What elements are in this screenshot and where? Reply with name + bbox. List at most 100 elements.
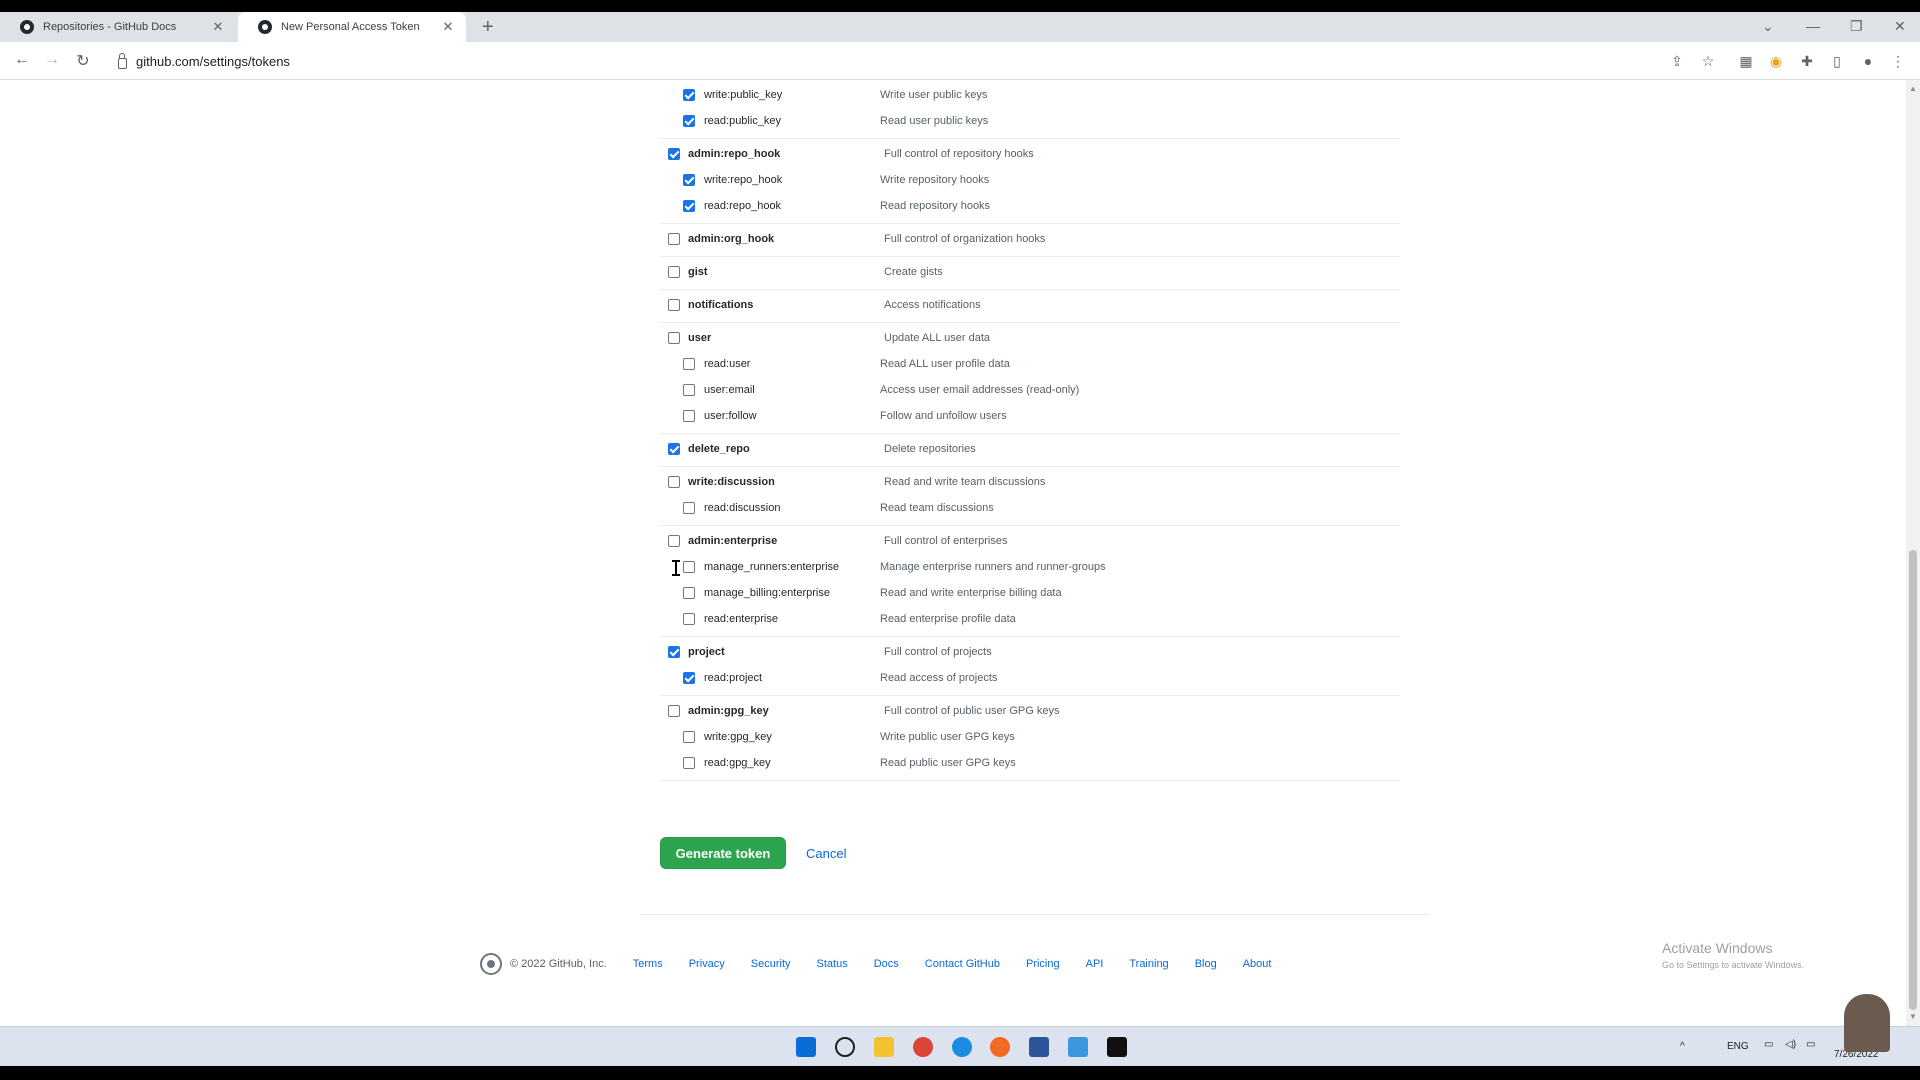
- postman-icon[interactable]: [990, 1037, 1010, 1057]
- footer-link-training[interactable]: Training: [1129, 958, 1168, 970]
- footer-link-blog[interactable]: Blog: [1195, 958, 1217, 970]
- scope-checkbox[interactable]: [668, 476, 680, 488]
- generate-token-button[interactable]: Generate token: [660, 837, 786, 869]
- scope-checkbox[interactable]: [668, 705, 680, 717]
- reload-icon[interactable]: ↻: [73, 51, 93, 71]
- scope-checkbox[interactable]: [683, 200, 695, 212]
- scope-checkbox[interactable]: [668, 535, 680, 547]
- scope-name[interactable]: read:gpg_key: [704, 757, 771, 769]
- scope-name[interactable]: manage_runners:enterprise: [704, 561, 839, 573]
- scope-checkbox[interactable]: [683, 731, 695, 743]
- back-icon[interactable]: ←: [12, 51, 32, 69]
- scope-checkbox[interactable]: [683, 115, 695, 127]
- scope-checkbox[interactable]: [668, 266, 680, 278]
- footer-link-pricing[interactable]: Pricing: [1026, 958, 1060, 970]
- scope-checkbox[interactable]: [668, 646, 680, 658]
- profile-icon[interactable]: ●: [1859, 52, 1877, 70]
- footer-link-security[interactable]: Security: [751, 958, 791, 970]
- file-explorer-icon[interactable]: [874, 1037, 894, 1057]
- scope-checkbox[interactable]: [683, 358, 695, 370]
- footer-link-privacy[interactable]: Privacy: [689, 958, 725, 970]
- share-icon[interactable]: ⇪: [1668, 52, 1686, 70]
- cancel-link[interactable]: Cancel: [806, 846, 846, 861]
- page-scrollbar[interactable]: ▲ ▼: [1906, 80, 1920, 1026]
- minimize-icon[interactable]: —: [1806, 18, 1820, 34]
- battery-icon[interactable]: ▭: [1806, 1039, 1815, 1050]
- scope-name[interactable]: admin:gpg_key: [688, 705, 769, 717]
- scope-name[interactable]: write:repo_hook: [704, 174, 782, 186]
- scope-checkbox[interactable]: [683, 672, 695, 684]
- terminal-icon[interactable]: [1107, 1037, 1127, 1057]
- footer-link-terms[interactable]: Terms: [633, 958, 663, 970]
- scroll-up-icon[interactable]: ▲: [1909, 84, 1917, 93]
- scope-name[interactable]: manage_billing:enterprise: [704, 587, 830, 599]
- tab-new-token[interactable]: New Personal Access Token ✕: [238, 12, 466, 42]
- scope-name[interactable]: admin:org_hook: [688, 233, 774, 245]
- footer-link-api[interactable]: API: [1086, 958, 1104, 970]
- extension-shield-icon[interactable]: ◉: [1767, 52, 1785, 70]
- scroll-down-icon[interactable]: ▼: [1909, 1012, 1917, 1021]
- scope-name[interactable]: read:enterprise: [704, 613, 778, 625]
- tray-chevron-icon[interactable]: ^: [1680, 1041, 1685, 1052]
- scope-name[interactable]: read:user: [704, 358, 750, 370]
- scope-checkbox[interactable]: [683, 384, 695, 396]
- scope-name[interactable]: read:project: [704, 672, 762, 684]
- scope-name[interactable]: write:gpg_key: [704, 731, 772, 743]
- scope-name[interactable]: user:follow: [704, 410, 757, 422]
- address-bar[interactable]: github.com/settings/tokens: [110, 48, 1650, 74]
- footer-link-contact[interactable]: Contact GitHub: [925, 958, 1000, 970]
- volume-icon[interactable]: ◁): [1785, 1039, 1796, 1050]
- close-window-icon[interactable]: ✕: [1894, 18, 1906, 35]
- input-language[interactable]: ENG: [1727, 1041, 1749, 1052]
- notepad-icon[interactable]: [1068, 1037, 1088, 1057]
- side-panel-icon[interactable]: ▯: [1828, 52, 1846, 70]
- scope-name[interactable]: user:email: [704, 384, 755, 396]
- tab-close-icon[interactable]: ✕: [440, 19, 456, 35]
- scope-checkbox[interactable]: [683, 502, 695, 514]
- word-icon[interactable]: [1029, 1037, 1049, 1057]
- scope-checkbox[interactable]: [683, 757, 695, 769]
- tab-repositories-docs[interactable]: Repositories - GitHub Docs ✕: [0, 12, 236, 42]
- menu-kebab-icon[interactable]: ⋮: [1889, 52, 1907, 70]
- scope-name[interactable]: project: [688, 646, 725, 658]
- scope-checkbox[interactable]: [683, 561, 695, 573]
- chrome-icon[interactable]: [913, 1037, 933, 1057]
- scope-name[interactable]: gist: [688, 266, 708, 278]
- tab-close-icon[interactable]: ✕: [210, 19, 226, 35]
- scope-name[interactable]: notifications: [688, 299, 753, 311]
- scope-checkbox[interactable]: [683, 587, 695, 599]
- scope-checkbox[interactable]: [668, 332, 680, 344]
- footer-link-docs[interactable]: Docs: [874, 958, 899, 970]
- network-icon[interactable]: ▭: [1764, 1039, 1773, 1050]
- extensions-puzzle-icon[interactable]: ✚: [1798, 52, 1816, 70]
- scope-name[interactable]: read:repo_hook: [704, 200, 781, 212]
- forward-icon[interactable]: →: [42, 51, 62, 69]
- scope-name[interactable]: read:public_key: [704, 115, 781, 127]
- start-windows-icon[interactable]: [796, 1037, 816, 1057]
- scope-name[interactable]: delete_repo: [688, 443, 750, 455]
- scope-checkbox[interactable]: [668, 148, 680, 160]
- scope-checkbox[interactable]: [668, 299, 680, 311]
- scrollbar-thumb[interactable]: [1909, 550, 1917, 1010]
- scope-name[interactable]: read:discussion: [704, 502, 780, 514]
- scope-checkbox[interactable]: [683, 174, 695, 186]
- footer-link-about[interactable]: About: [1243, 958, 1272, 970]
- scope-checkbox[interactable]: [683, 613, 695, 625]
- scope-checkbox[interactable]: [683, 89, 695, 101]
- bookmark-star-icon[interactable]: ☆: [1699, 52, 1717, 70]
- scope-name[interactable]: write:discussion: [688, 476, 775, 488]
- extension-icon[interactable]: ▦: [1737, 52, 1755, 70]
- scope-name[interactable]: write:public_key: [704, 89, 782, 101]
- scope-name[interactable]: admin:enterprise: [688, 535, 777, 547]
- restore-icon[interactable]: ❐: [1850, 18, 1863, 35]
- edge-icon[interactable]: [952, 1037, 972, 1057]
- scope-name[interactable]: user: [688, 332, 711, 344]
- new-tab-icon[interactable]: +: [482, 17, 494, 37]
- github-logo-icon[interactable]: [480, 953, 502, 975]
- scope-name[interactable]: admin:repo_hook: [688, 148, 780, 160]
- footer-link-status[interactable]: Status: [817, 958, 848, 970]
- scope-checkbox[interactable]: [668, 443, 680, 455]
- tab-search-chevron-icon[interactable]: ⌄: [1762, 18, 1774, 35]
- scope-checkbox[interactable]: [683, 410, 695, 422]
- scope-checkbox[interactable]: [668, 233, 680, 245]
